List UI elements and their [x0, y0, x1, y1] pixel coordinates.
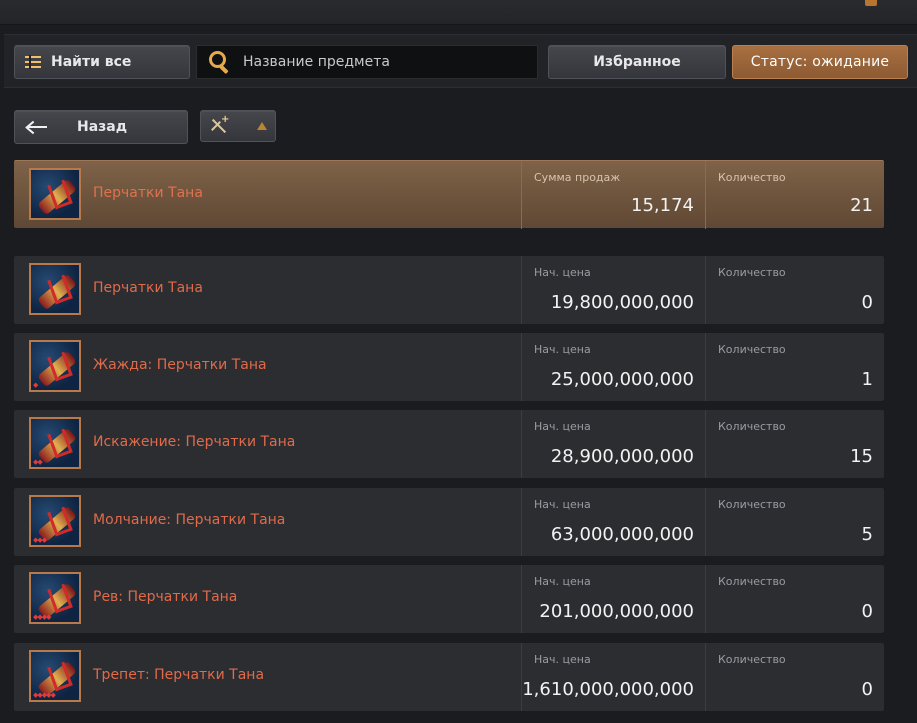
sales-value: 15,174 [631, 195, 694, 216]
enhance-marks: ◆◆ [33, 458, 43, 466]
quantity-value: 21 [850, 195, 873, 216]
listing-row[interactable]: ◆ Жажда: Перчатки Тана Нач. цена 25,000,… [14, 333, 884, 401]
sales-column: Сумма продаж 15,174 [521, 161, 706, 229]
quantity-value: 1 [861, 369, 873, 390]
find-all-label: Найти все [51, 54, 132, 70]
sort-ascending-icon [257, 122, 267, 130]
enhance-marks: ◆ [33, 381, 38, 389]
price-value: 1,610,000,000,000 [522, 679, 694, 700]
price-value: 63,000,000,000 [550, 524, 694, 545]
item-name: Трепет: Перчатки Тана [93, 667, 265, 683]
price-column: Нач. цена 19,800,000,000 [521, 256, 706, 324]
quantity-label: Количество [718, 498, 786, 511]
list-icon [25, 55, 41, 69]
sort-wand-icon: + [207, 115, 229, 137]
enhance-marks: ◆◆◆ [33, 536, 47, 544]
listing-row[interactable]: ◆◆◆◆ Рев: Перчатки Тана Нач. цена 201,00… [14, 565, 884, 633]
listing-row[interactable]: Перчатки Тана Нач. цена 19,800,000,000 К… [14, 256, 884, 324]
listing-row[interactable]: ◆◆◆ Молчание: Перчатки Тана Нач. цена 63… [14, 488, 884, 556]
price-column: Нач. цена 201,000,000,000 [521, 565, 706, 633]
price-value: 28,900,000,000 [550, 446, 694, 467]
price-value: 19,800,000,000 [550, 292, 694, 313]
quantity-label: Количество [718, 653, 786, 666]
price-label: Нач. цена [534, 266, 591, 279]
quantity-column: Количество 21 [705, 161, 885, 229]
quantity-label: Количество [718, 343, 786, 356]
item-thumbnail: ◆◆◆ [29, 495, 81, 547]
quantity-value: 0 [861, 292, 873, 313]
item-name: Молчание: Перчатки Тана [93, 512, 286, 528]
quantity-value: 15 [850, 446, 873, 467]
quantity-label: Количество [718, 420, 786, 433]
price-column: Нач. цена 28,900,000,000 [521, 410, 706, 478]
item-thumbnail: ◆◆◆◆◆ [29, 650, 81, 702]
quantity-column: Количество 1 [705, 333, 885, 401]
enhance-marks: ◆◆◆◆ [33, 613, 52, 621]
item-thumbnail [29, 263, 81, 315]
search-field[interactable] [196, 45, 538, 79]
price-column: Нач. цена 1,610,000,000,000 [521, 643, 706, 711]
item-thumbnail: ◆ [29, 340, 81, 392]
quantity-label: Количество [718, 575, 786, 588]
arrow-left-icon [25, 120, 47, 135]
item-name: Искажение: Перчатки Тана [93, 434, 296, 450]
item-thumbnail: ◆◆◆◆ [29, 572, 81, 624]
price-value: 201,000,000,000 [539, 601, 694, 622]
item-name: Рев: Перчатки Тана [93, 589, 238, 605]
price-label: Нач. цена [534, 575, 591, 588]
search-input[interactable] [241, 53, 535, 71]
item-name: Перчатки Тана [93, 280, 203, 296]
favorites-button[interactable]: Избранное [548, 45, 726, 79]
corner-indicator [865, 0, 877, 6]
item-name: Жажда: Перчатки Тана [93, 357, 267, 373]
quantity-column: Количество 0 [705, 256, 885, 324]
back-label: Назад [77, 119, 128, 135]
item-thumbnail [29, 168, 81, 220]
search-toolbar: Найти все Избранное Статус: ожидание [4, 34, 917, 88]
price-label: Нач. цена [534, 343, 591, 356]
sort-button[interactable]: + [200, 110, 276, 142]
price-column: Нач. цена 63,000,000,000 [521, 488, 706, 556]
find-all-button[interactable]: Найти все [14, 45, 190, 79]
item-thumbnail: ◆◆ [29, 417, 81, 469]
quantity-value: 0 [861, 679, 873, 700]
status-button[interactable]: Статус: ожидание [732, 45, 908, 79]
summary-row[interactable]: Перчатки Тана Сумма продаж 15,174 Количе… [14, 160, 885, 229]
back-button[interactable]: Назад [14, 110, 188, 144]
search-icon [209, 51, 231, 75]
price-column: Нач. цена 25,000,000,000 [521, 333, 706, 401]
sales-label: Сумма продаж [534, 171, 621, 184]
window-top-bar [0, 0, 917, 25]
price-label: Нач. цена [534, 498, 591, 511]
quantity-value: 0 [861, 601, 873, 622]
quantity-column: Количество 0 [705, 565, 885, 633]
price-label: Нач. цена [534, 653, 591, 666]
listing-row[interactable]: ◆◆◆◆◆ Трепет: Перчатки Тана Нач. цена 1,… [14, 643, 884, 711]
quantity-column: Количество 5 [705, 488, 885, 556]
enhance-marks: ◆◆◆◆◆ [33, 691, 56, 699]
quantity-column: Количество 15 [705, 410, 885, 478]
quantity-label: Количество [718, 266, 786, 279]
quantity-label: Количество [718, 171, 786, 184]
price-label: Нач. цена [534, 420, 591, 433]
quantity-value: 5 [861, 524, 873, 545]
listing-row[interactable]: ◆◆ Искажение: Перчатки Тана Нач. цена 28… [14, 410, 884, 478]
price-value: 25,000,000,000 [550, 369, 694, 390]
quantity-column: Количество 0 [705, 643, 885, 711]
item-name: Перчатки Тана [93, 185, 203, 201]
